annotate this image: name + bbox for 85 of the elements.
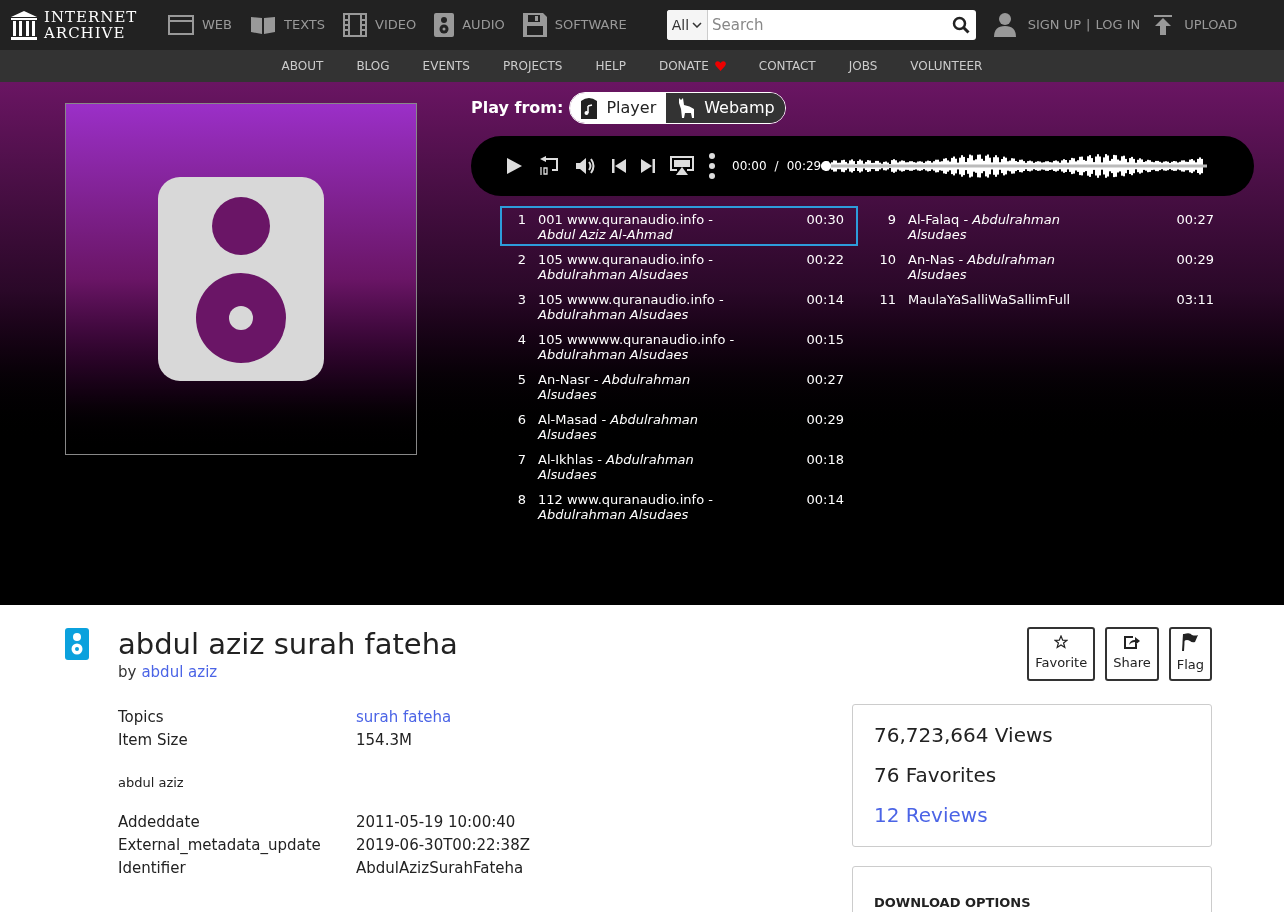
log-in-link[interactable]: LOG IN: [1095, 15, 1141, 35]
player-toggle[interactable]: Webamp: [666, 93, 785, 123]
share-icon: [1123, 635, 1140, 650]
media-nav-link[interactable]: SOFTWARE: [522, 13, 627, 37]
metadata-key: Item Size: [118, 728, 356, 752]
film-strip-icon[interactable]: [343, 13, 368, 37]
stat-text: 76,723,664 Views: [874, 722, 1054, 748]
metadata-value: 154.3M: [356, 729, 412, 751]
play-from-label: Play from:: [471, 97, 564, 119]
audio-speaker-icon: [65, 628, 89, 660]
stat-text: 76 Favorites: [874, 762, 998, 788]
current-time: 00:00: [732, 158, 767, 175]
metadata-value: 2011-05-19 10:00:40: [356, 811, 516, 833]
action-button[interactable]: Share: [1105, 627, 1159, 681]
media-nav-link[interactable]: WEB: [168, 15, 232, 35]
star-icon: [1054, 635, 1069, 650]
topic-link[interactable]: surah fateha: [356, 705, 452, 729]
media-nav-link[interactable]: VIDEO: [343, 13, 417, 37]
playlist-track[interactable]: 5 An-Nasr - Abdulrahman Alsudaes 00:27: [500, 366, 858, 406]
playlist-track[interactable]: 8 112 www.quranaudio.info - Abdulrahman Alsudaes 00:14: [500, 486, 858, 526]
browser-window-icon[interactable]: [168, 15, 194, 35]
metadata-value: 2019-06-30T00:22:38Z: [356, 834, 530, 856]
user-icon[interactable]: [993, 13, 1016, 37]
by-label: by: [118, 662, 137, 683]
sign-up-link[interactable]: SIGN UP: [1027, 15, 1082, 35]
playlist-track[interactable]: 1 001 www.quranaudio.info - Abdul Aziz Al-Ahmad 00:30: [500, 206, 858, 246]
nav-link[interactable]: BLOG: [356, 57, 390, 75]
nav-link[interactable]: HELP: [595, 57, 626, 75]
search-field[interactable]: All Search: [666, 10, 976, 40]
playlist-track[interactable]: 4 105 wwwww.quranaudio.info - Abdulrahman Alsudaes 00:15: [500, 326, 858, 366]
action-button[interactable]: Favorite: [1027, 627, 1096, 681]
volume-icon[interactable]: [575, 157, 597, 175]
metadata-value: AbdulAzizSurahFateha: [356, 857, 524, 879]
nav-link[interactable]: VOLUNTEER: [910, 57, 983, 75]
logo-text[interactable]: INTERNET: [44, 9, 138, 25]
book-icon[interactable]: [250, 15, 276, 35]
scope-dropdown[interactable]: All: [666, 10, 709, 40]
player-toggle[interactable]: Player: [570, 93, 667, 123]
metadata-key: Identifier: [118, 856, 356, 880]
search-icon[interactable]: [951, 16, 970, 34]
jukebox-icon: [580, 97, 599, 119]
download-heading: DOWNLOAD OPTIONS: [874, 895, 1031, 910]
next-track-icon[interactable]: [641, 158, 655, 174]
total-time: 00:29: [786, 158, 822, 175]
playlist-track[interactable]: 2 105 www.quranaudio.info - Abdulrahman Alsudaes 00:22: [500, 246, 858, 286]
item-title: abdul aziz surah fateha: [118, 627, 458, 661]
metadata-key: External_metadata_update: [118, 833, 356, 857]
time-separator: /: [774, 158, 779, 175]
nav-link[interactable]: DONATE: [658, 57, 726, 75]
upload-link[interactable]: UPLOAD: [1184, 15, 1238, 35]
play-icon[interactable]: [505, 157, 523, 175]
upload-icon[interactable]: [1154, 15, 1173, 35]
playlist-track[interactable]: 6 Al-Masad - Abdulrahman Alsudaes 00:29: [500, 406, 858, 446]
creator-link[interactable]: abdul aziz: [141, 661, 218, 684]
seek-handle[interactable]: [821, 161, 832, 171]
playlist-track[interactable]: 10 An-Nas - Abdulrahman Alsudaes 00:29: [870, 246, 1228, 286]
metadata-key: Addeddate: [118, 810, 356, 834]
reviews-link[interactable]: 12 Reviews: [874, 802, 1190, 828]
logo-text[interactable]: ARCHIVE: [44, 25, 138, 41]
flag-icon: [1182, 633, 1199, 652]
separator: |: [1086, 16, 1091, 35]
playlist-track[interactable]: 7 Al-Ikhlas - Abdulrahman Alsudaes 00:18: [500, 446, 858, 486]
nav-link[interactable]: EVENTS: [422, 57, 470, 75]
heart-icon: [714, 61, 726, 71]
temple-icon[interactable]: [10, 10, 38, 40]
cast-screen-icon[interactable]: [670, 156, 694, 176]
description: abdul aziz: [118, 773, 185, 792]
action-button[interactable]: Flag: [1168, 627, 1212, 681]
nav-link[interactable]: PROJECTS: [502, 57, 563, 75]
playlist-track[interactable]: 3 105 wwww.quranaudio.info - Abdulrahman Alsudaes 00:14: [500, 286, 858, 326]
speaker-icon[interactable]: [434, 13, 455, 37]
media-nav-link[interactable]: AUDIO: [434, 13, 505, 37]
playlist-track[interactable]: 11 MaulaYaSalliWaSallimFull 03:11: [870, 286, 1228, 326]
chevron-down-icon: [692, 22, 703, 28]
metadata-key: Topics: [118, 705, 356, 729]
previous-track-icon[interactable]: [612, 158, 626, 174]
rewind-ten-icon[interactable]: [538, 156, 560, 176]
media-nav-link[interactable]: TEXTS: [250, 15, 326, 35]
nav-link[interactable]: ABOUT: [281, 57, 324, 75]
more-options-icon[interactable]: [709, 153, 715, 179]
llama-icon: [676, 97, 697, 119]
playlist-track[interactable]: 9 Al-Falaq - Abdulrahman Alsudaes 00:27: [870, 206, 1228, 246]
nav-link[interactable]: CONTACT: [758, 57, 816, 75]
nav-link[interactable]: JOBS: [848, 57, 878, 75]
speaker-icon: [158, 177, 324, 381]
